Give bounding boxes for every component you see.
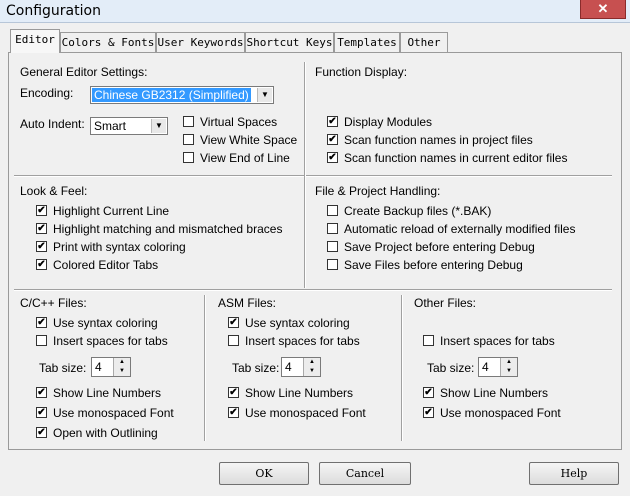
other-tab-size-spinner[interactable]: 4 ▲ ▼ [478,357,518,377]
asm-show-line-numbers-label: Show Line Numbers [245,386,354,400]
tab-shortcut-keys[interactable]: Shortcut Keys [245,32,334,52]
cpp-tab-size-spinner[interactable]: 4 ▲ ▼ [91,357,131,377]
spin-down-icon[interactable]: ▼ [501,367,517,376]
tab-editor[interactable]: Editor [10,29,60,53]
scan-editor-files-checkbox[interactable]: ✔ [327,152,338,163]
function-display-heading: Function Display: [315,65,408,79]
asm-monospaced-font-checkbox[interactable]: ✔ [228,407,239,418]
create-backup-checkbox[interactable] [327,205,338,216]
other-tab-size-value: 4 [482,360,489,374]
encoding-select[interactable]: Chinese GB2312 (Simplified) ▼ [90,86,274,104]
view-white-space-checkbox[interactable] [183,134,194,145]
view-end-of-line-checkbox[interactable] [183,152,194,163]
divider [304,62,306,288]
file-project-heading: File & Project Handling: [315,184,441,198]
scan-project-files-label: Scan function names in project files [344,133,533,147]
other-insert-spaces-checkbox[interactable] [423,335,434,346]
divider [204,295,206,441]
tab-colors-fonts[interactable]: Colors & Fonts [60,32,156,52]
asm-files-heading: ASM Files: [218,296,277,310]
cpp-tab-size-label: Tab size: [39,361,87,375]
help-button[interactable]: Help [529,462,619,485]
cpp-outlining-label: Open with Outlining [53,426,158,440]
save-files-debug-label: Save Files before entering Debug [344,258,523,272]
asm-monospaced-font-label: Use monospaced Font [245,406,366,420]
chevron-down-icon[interactable]: ▼ [151,119,166,133]
highlight-current-line-label: Highlight Current Line [53,204,170,218]
divider [401,295,403,441]
other-insert-spaces-label: Insert spaces for tabs [440,334,555,348]
auto-indent-select[interactable]: Smart ▼ [90,117,168,135]
general-settings-heading: General Editor Settings: [20,65,148,79]
print-syntax-coloring-checkbox[interactable]: ✔ [36,241,47,252]
scan-project-files-checkbox[interactable]: ✔ [327,134,338,145]
cpp-files-heading: C/C++ Files: [20,296,87,310]
other-show-line-numbers-checkbox[interactable]: ✔ [423,387,434,398]
chevron-down-icon[interactable]: ▼ [257,88,272,102]
other-tab-size-label: Tab size: [427,361,475,375]
look-feel-heading: Look & Feel: [20,184,88,198]
create-backup-label: Create Backup files (*.BAK) [344,204,492,218]
cpp-syntax-coloring-label: Use syntax coloring [53,316,158,330]
scan-editor-files-label: Scan function names in current editor fi… [344,151,568,165]
save-files-debug-checkbox[interactable] [327,259,338,270]
cpp-insert-spaces-checkbox[interactable] [36,335,47,346]
asm-insert-spaces-checkbox[interactable] [228,335,239,346]
asm-syntax-coloring-checkbox[interactable]: ✔ [228,317,239,328]
auto-indent-label: Auto Indent: [20,117,85,131]
cpp-monospaced-font-label: Use monospaced Font [53,406,174,420]
auto-reload-checkbox[interactable] [327,223,338,234]
cpp-insert-spaces-label: Insert spaces for tabs [53,334,168,348]
encoding-value: Chinese GB2312 (Simplified) [92,88,251,102]
cpp-monospaced-font-checkbox[interactable]: ✔ [36,407,47,418]
asm-syntax-coloring-label: Use syntax coloring [245,316,350,330]
save-project-debug-label: Save Project before entering Debug [344,240,535,254]
other-show-line-numbers-label: Show Line Numbers [440,386,549,400]
close-button[interactable]: ✕ [580,0,626,19]
cpp-outlining-checkbox[interactable]: ✔ [36,427,47,438]
print-syntax-coloring-label: Print with syntax coloring [53,240,186,254]
virtual-spaces-checkbox[interactable] [183,116,194,127]
ok-button[interactable]: OK [219,462,309,485]
other-monospaced-font-label: Use monospaced Font [440,406,561,420]
divider [14,175,612,177]
divider [14,289,612,291]
window-title: Configuration [6,3,101,19]
tab-user-keywords[interactable]: User Keywords [156,32,245,52]
asm-insert-spaces-label: Insert spaces for tabs [245,334,360,348]
colored-editor-tabs-checkbox[interactable]: ✔ [36,259,47,270]
cpp-syntax-coloring-checkbox[interactable]: ✔ [36,317,47,328]
tab-templates[interactable]: Templates [334,32,400,52]
cpp-show-line-numbers-checkbox[interactable]: ✔ [36,387,47,398]
asm-tab-size-label: Tab size: [232,361,280,375]
auto-reload-label: Automatic reload of externally modified … [344,222,576,236]
encoding-label: Encoding: [20,86,74,100]
highlight-braces-label: Highlight matching and mismatched braces [53,222,283,236]
cpp-show-line-numbers-label: Show Line Numbers [53,386,162,400]
cpp-tab-size-value: 4 [95,360,102,374]
save-project-debug-checkbox[interactable] [327,241,338,252]
highlight-braces-checkbox[interactable]: ✔ [36,223,47,234]
asm-tab-size-value: 4 [285,360,292,374]
view-white-space-label: View White Space [200,133,298,147]
virtual-spaces-label: Virtual Spaces [200,115,278,129]
asm-tab-size-spinner[interactable]: 4 ▲ ▼ [281,357,321,377]
display-modules-checkbox[interactable]: ✔ [327,116,338,127]
tab-other[interactable]: Other [400,32,448,52]
view-end-of-line-label: View End of Line [200,151,290,165]
auto-indent-value: Smart [94,119,127,133]
cancel-button[interactable]: Cancel [319,462,411,485]
other-monospaced-font-checkbox[interactable]: ✔ [423,407,434,418]
spin-down-icon[interactable]: ▼ [304,367,320,376]
colored-editor-tabs-label: Colored Editor Tabs [53,258,159,272]
spin-down-icon[interactable]: ▼ [114,367,130,376]
highlight-current-line-checkbox[interactable]: ✔ [36,205,47,216]
other-files-heading: Other Files: [414,296,477,310]
display-modules-label: Display Modules [344,115,433,129]
asm-show-line-numbers-checkbox[interactable]: ✔ [228,387,239,398]
